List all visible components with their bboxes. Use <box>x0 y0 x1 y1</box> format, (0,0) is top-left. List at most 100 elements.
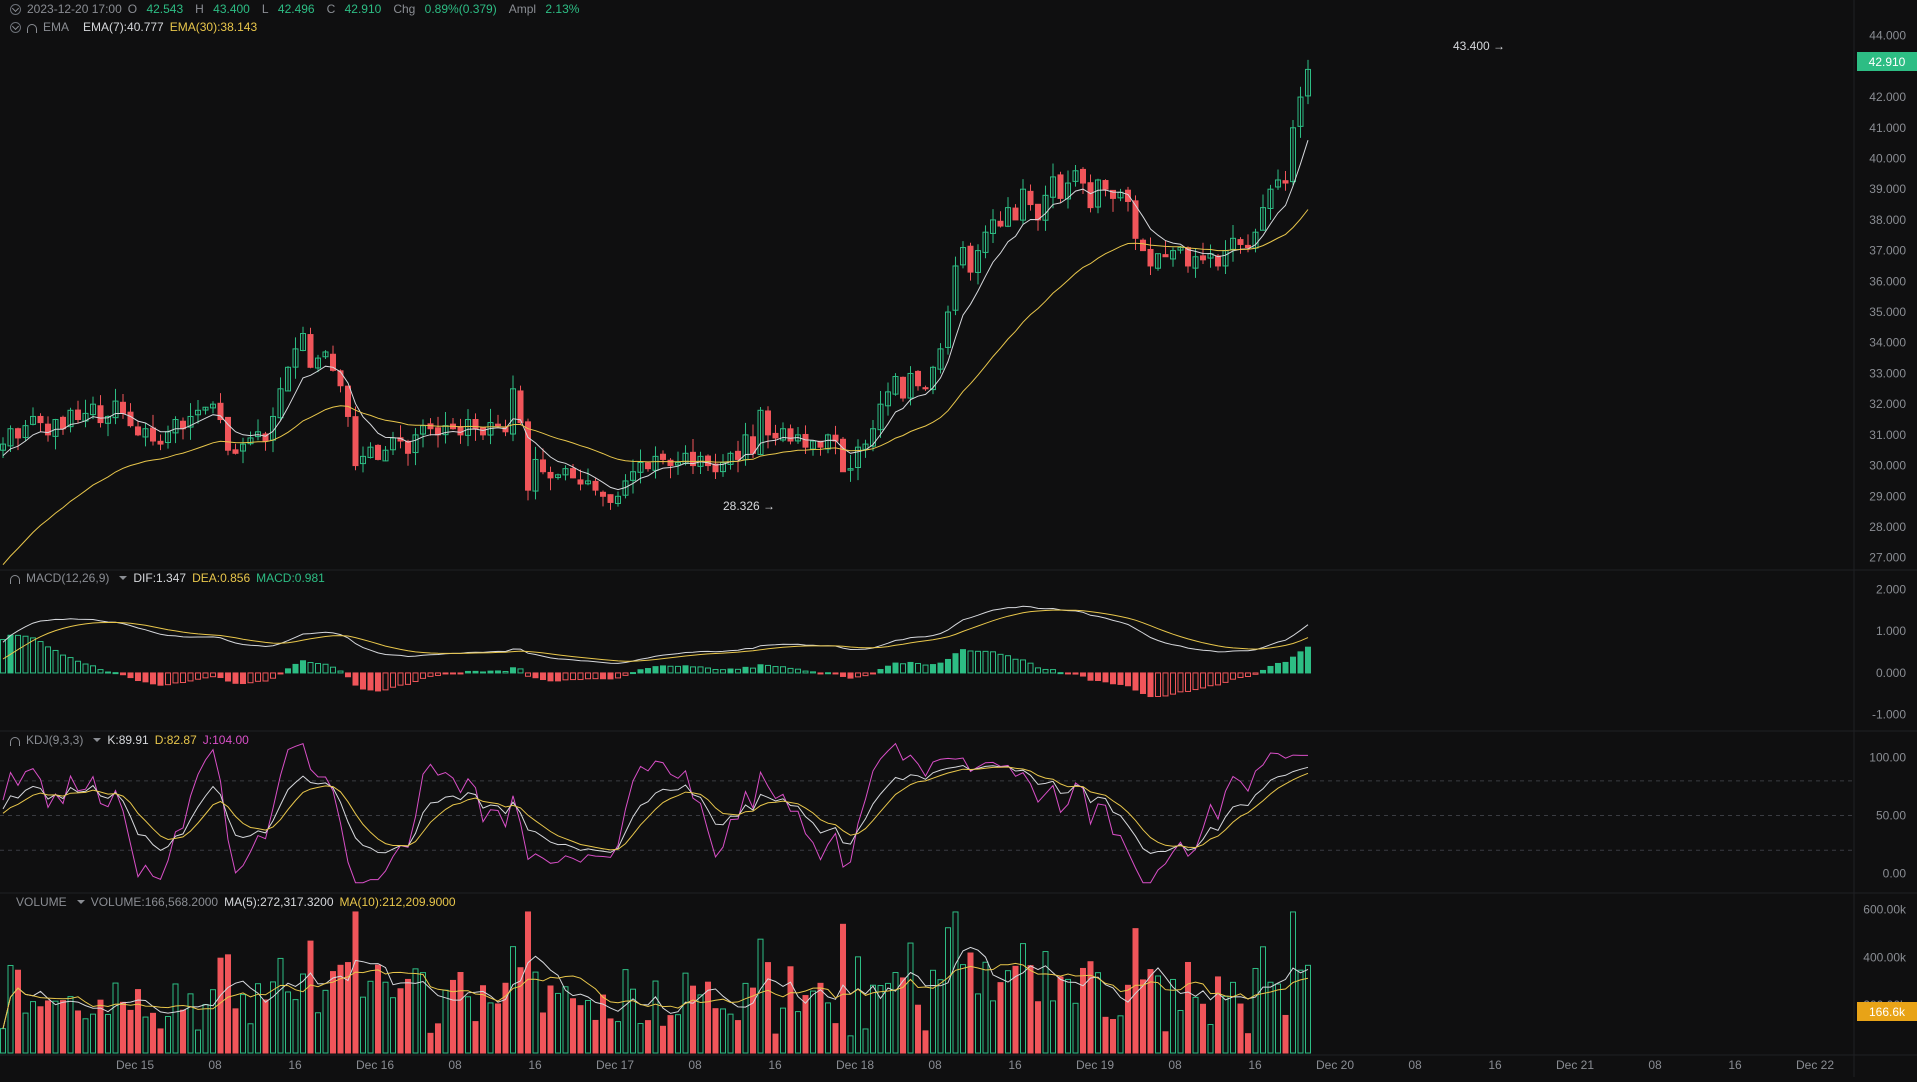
chevron-down-icon[interactable] <box>76 900 85 904</box>
candle <box>922 387 929 390</box>
volume-bar <box>240 994 246 1054</box>
ampl-value: 2.13% <box>545 2 580 16</box>
macd-bar <box>1185 672 1191 692</box>
volume-tick-label: 400.00k <box>1863 950 1907 964</box>
volume-bar <box>330 971 336 1054</box>
macd-bar <box>900 663 906 674</box>
collapse-icon[interactable] <box>10 3 21 15</box>
candle <box>120 401 126 414</box>
macd-bar <box>1065 672 1071 675</box>
trading-chart[interactable]: 44.00043.00042.00041.00040.00039.00038.0… <box>0 0 1917 1077</box>
macd-pane[interactable] <box>0 605 1311 698</box>
kdj-pane[interactable] <box>0 742 1853 884</box>
kdj-name[interactable]: KDJ(9,3,3) <box>26 733 83 747</box>
high-value: 43.400 <box>213 2 250 16</box>
macd-name[interactable]: MACD(12,26,9) <box>26 571 109 585</box>
ema-label[interactable]: EMA <box>43 20 69 34</box>
volume-bar <box>1057 976 1064 1054</box>
volume-bar <box>307 940 314 1054</box>
volume-bar <box>397 988 404 1054</box>
volume-pane[interactable] <box>0 911 1311 1054</box>
macd-bar <box>157 672 164 686</box>
bell-icon[interactable] <box>10 736 20 746</box>
volume-bar <box>165 1016 171 1054</box>
volume-bar <box>810 990 816 1054</box>
macd-bar <box>1042 668 1049 674</box>
volume-bar <box>1140 979 1146 1054</box>
kdj-legend: KDJ(9,3,3) K:89.91 D:82.87 J:104.00 <box>10 733 255 747</box>
macd-bar <box>255 672 261 682</box>
candle <box>1102 180 1109 190</box>
macd-bar <box>1140 672 1146 694</box>
volume-bar <box>525 911 531 1054</box>
d-line <box>2 766 1309 851</box>
ohlc-legend: 2023-12-20 17:00 O 42.543 H 43.400 L 42.… <box>10 2 591 16</box>
candle <box>900 376 906 399</box>
volume-bar <box>915 1004 921 1054</box>
candle <box>135 426 141 436</box>
volume-name[interactable]: VOLUME <box>16 895 67 909</box>
vol-ma5-value: MA(5):272,317.3200 <box>224 895 334 909</box>
macd-bar <box>285 668 291 674</box>
volume-bar <box>262 999 269 1054</box>
candle <box>97 405 104 424</box>
volume-bar <box>405 978 411 1054</box>
time-tick-label: 08 <box>208 1058 222 1072</box>
kdj-tick-label: 50.00 <box>1876 809 1906 823</box>
volume-bar <box>30 1001 36 1054</box>
ema-legend: EMA EMA(7):40.777 EMA(30):38.143 <box>10 20 263 34</box>
bell-icon[interactable] <box>27 23 37 33</box>
macd-bar <box>450 672 456 675</box>
candle <box>967 245 974 273</box>
macd-bar <box>960 649 966 674</box>
volume-bar <box>150 1012 156 1054</box>
volume-bar <box>870 984 876 1054</box>
macd-bar <box>735 668 741 674</box>
macd-bar <box>1222 672 1229 683</box>
macd-bar <box>577 672 584 681</box>
price-tick-label: 28.000 <box>1869 520 1906 534</box>
candle <box>480 427 486 436</box>
time-axis[interactable]: Dec 15 08 16 Dec 16 08 16 Dec 17 08 16 Dec 18 08 16… <box>116 1058 1834 1072</box>
candle <box>735 450 741 460</box>
collapse-icon[interactable] <box>10 21 21 33</box>
macd-tick-label: 2.000 <box>1876 583 1906 597</box>
macd-bar <box>262 672 269 682</box>
macd-bar <box>555 672 561 682</box>
macd-bar <box>330 666 336 674</box>
high-label: H <box>195 2 204 16</box>
macd-bar <box>1305 646 1311 674</box>
price-pane[interactable] <box>0 59 1311 566</box>
macd-bar <box>1027 662 1034 674</box>
volume-bar <box>1185 961 1191 1054</box>
candle <box>157 440 164 445</box>
candle <box>1057 174 1064 199</box>
time-tick-label: 08 <box>688 1058 702 1072</box>
volume-bar <box>360 996 366 1054</box>
candle <box>345 385 351 417</box>
candle <box>375 444 381 460</box>
price-axis[interactable]: 44.00043.00042.00041.00040.00039.00038.0… <box>1863 29 1907 1013</box>
macd-bar <box>645 668 651 674</box>
macd-bar <box>930 664 936 674</box>
candle <box>660 453 666 460</box>
volume-bar <box>390 997 396 1054</box>
macd-bar <box>937 662 944 674</box>
chart-canvas[interactable]: 44.00043.00042.00041.00040.00039.00038.0… <box>0 0 1917 1077</box>
volume-bar <box>855 956 861 1054</box>
candle <box>150 427 156 442</box>
macd-bar <box>180 672 186 684</box>
macd-bar <box>742 666 749 674</box>
volume-bar <box>562 986 569 1054</box>
chevron-down-icon[interactable] <box>119 576 128 580</box>
volume-bar <box>750 987 756 1054</box>
volume-bar <box>420 972 426 1054</box>
macd-bar <box>562 672 569 681</box>
bell-icon[interactable] <box>10 574 20 584</box>
chevron-down-icon[interactable] <box>93 738 102 742</box>
macd-bar <box>532 672 539 679</box>
volume-bar <box>1215 976 1221 1054</box>
macd-bar <box>1200 672 1206 689</box>
volume-bar <box>1020 943 1026 1054</box>
macd-bar <box>1012 658 1019 674</box>
